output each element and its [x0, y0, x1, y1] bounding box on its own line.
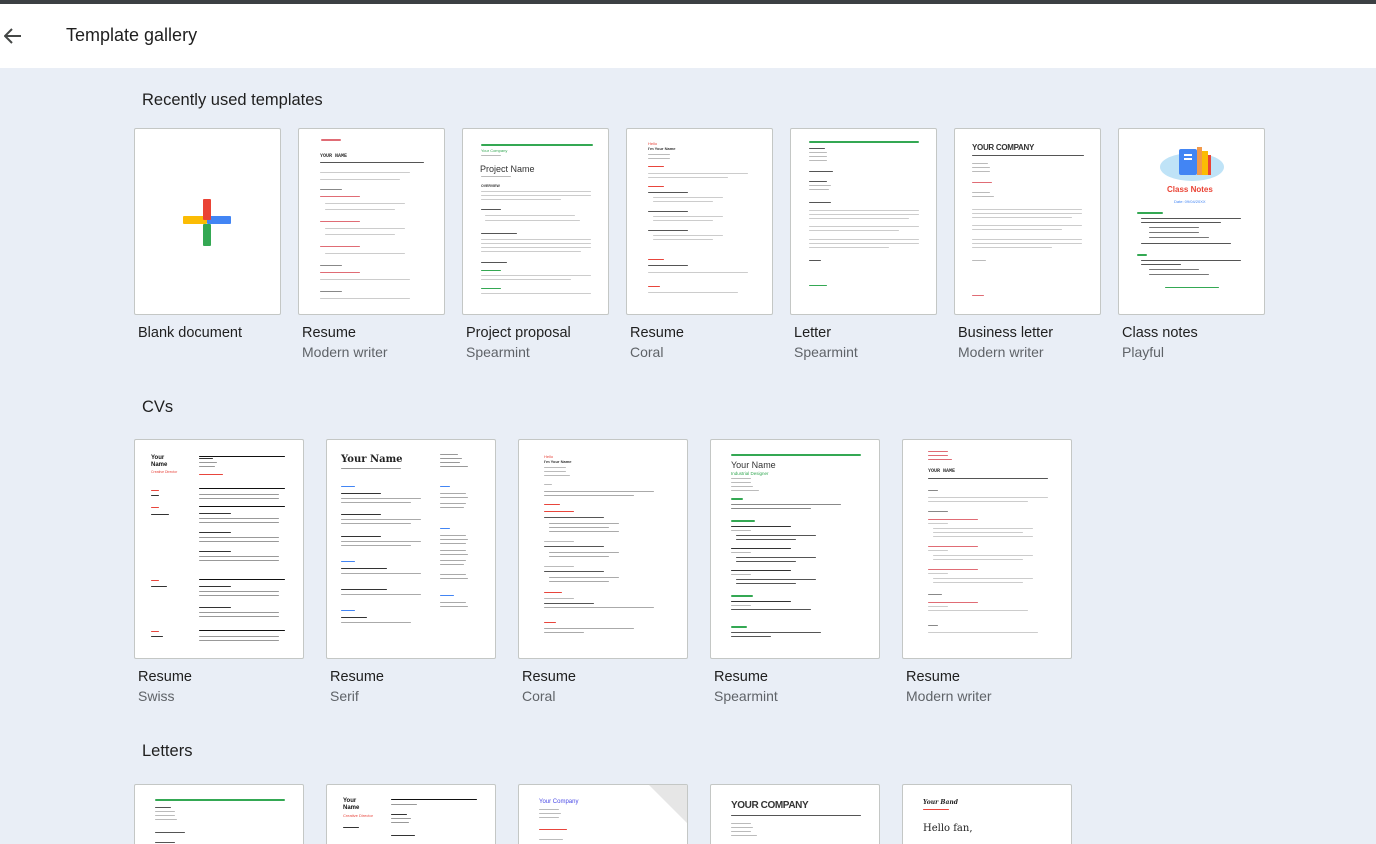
template-thumbnail: Your Company: [518, 784, 688, 844]
thumb-company: Your Company: [539, 799, 579, 805]
template-style: Coral: [522, 688, 556, 704]
template-card-resume-spearmint[interactable]: Your Name Industrial Designer Resume Spe…: [710, 439, 880, 705]
template-name: Resume: [302, 325, 356, 341]
template-name: Resume: [138, 669, 192, 685]
thumb-name: Your Name: [343, 798, 360, 811]
template-card-letter-2[interactable]: Your Name Creative Director: [326, 784, 496, 844]
template-name: Resume: [906, 669, 960, 685]
template-name: Business letter: [958, 325, 1054, 341]
template-thumbnail: Class Notes Date: 09/04/20XX: [1118, 128, 1265, 315]
template-style: Playful: [1122, 344, 1165, 360]
template-name: Resume: [522, 669, 576, 685]
template-thumbnail: [790, 128, 937, 315]
template-thumbnail: Hello I'm Your Name: [626, 128, 773, 315]
template-style: Modern writer: [906, 688, 992, 704]
thumb-name: YOUR NAME: [320, 153, 348, 159]
thumb-title: Project Name: [480, 164, 535, 174]
template-style: Swiss: [138, 688, 175, 704]
thumb-date: Date: 09/04/20XX: [1174, 199, 1206, 204]
template-card-letter-3[interactable]: Your Company: [518, 784, 688, 844]
template-thumbnail: Your Name: [326, 439, 496, 659]
template-thumbnail: YOUR COMPANY: [954, 128, 1101, 315]
section-title-recent: Recently used templates: [142, 91, 323, 109]
thumb-role: Industrial Designer: [731, 471, 769, 476]
template-style: Serif: [330, 688, 359, 704]
template-style: Spearmint: [794, 344, 858, 360]
template-thumbnail: Your Company Project Name OVERVIEW: [462, 128, 609, 315]
template-thumbnail: [134, 784, 304, 844]
template-name: Project proposal: [466, 325, 571, 341]
template-style: Modern writer: [302, 344, 388, 360]
template-thumbnail: [134, 128, 281, 315]
template-style: Coral: [630, 344, 664, 360]
template-thumbnail: Your Name Creative Director: [134, 439, 304, 659]
template-card-letter-1[interactable]: [134, 784, 304, 844]
template-card-resume-coral[interactable]: Hello I'm Your Name Resume Coral: [626, 128, 773, 360]
back-button[interactable]: [0, 16, 28, 56]
thumb-name: Your Name: [151, 455, 168, 468]
template-card-project-proposal[interactable]: Your Company Project Name OVERVIEW Proje…: [462, 128, 609, 360]
section-title-letters: Letters: [142, 742, 193, 760]
thumb-role: Creative Director: [343, 813, 374, 818]
template-thumbnail: Your Band Hello fan,: [902, 784, 1072, 844]
template-thumbnail: Your Name Industrial Designer: [710, 439, 880, 659]
thumb-role: Creative Director: [151, 470, 178, 474]
template-thumbnail: YOUR COMPANY: [710, 784, 880, 844]
thumb-name: Your Name: [731, 460, 776, 470]
template-name: Letter: [794, 325, 832, 341]
thumb-title: Class Notes: [1167, 185, 1213, 194]
template-style: Spearmint: [714, 688, 778, 704]
thumb-name: I'm Your Name: [648, 146, 676, 151]
template-card-resume-swiss[interactable]: Your Name Creative Director Resume Swiss: [134, 439, 304, 705]
template-thumbnail: YOUR NAME: [902, 439, 1072, 659]
template-name: Resume: [714, 669, 768, 685]
template-thumbnail: YOUR NAME: [298, 128, 445, 315]
books-illustration-icon: [1160, 147, 1224, 181]
template-card-business-letter[interactable]: YOUR COMPANY Business letter Modern writ…: [954, 128, 1101, 360]
page-title: Template gallery: [66, 25, 198, 45]
template-name: Class notes: [1122, 325, 1198, 341]
thumb-signature: Your Band: [923, 799, 958, 806]
template-name: Blank document: [138, 325, 242, 341]
template-card-letter-4[interactable]: YOUR COMPANY: [710, 784, 880, 844]
thumb-name: Your Name: [341, 454, 403, 465]
template-card-class-notes[interactable]: Class Notes Date: 09/04/20XX Class notes…: [1118, 128, 1265, 360]
template-thumbnail: Hello I'm Your Name: [518, 439, 688, 659]
arrow-back-icon: [4, 28, 21, 44]
thumb-name: YOUR NAME: [928, 468, 956, 474]
thumb-company: YOUR COMPANY: [731, 800, 809, 811]
thumb-greeting: Hello fan,: [923, 823, 973, 834]
thumb-name: I'm Your Name: [544, 459, 572, 464]
template-thumbnail: Your Name Creative Director: [326, 784, 496, 844]
template-card-resume-coral-cv[interactable]: Hello I'm Your Name Resume Coral: [518, 439, 688, 705]
template-card-resume-modern-writer-cv[interactable]: YOUR NAME Resume Modern writer: [902, 439, 1072, 705]
thumb-company: Your Company: [481, 148, 508, 153]
corner-decoration: [649, 785, 687, 825]
template-style: Modern writer: [958, 344, 1044, 360]
template-card-letter-5[interactable]: Your Band Hello fan,: [902, 784, 1072, 844]
thumb-company: YOUR COMPANY: [972, 143, 1035, 152]
template-card-letter-spearmint[interactable]: Letter Spearmint: [790, 128, 937, 360]
template-name: Resume: [330, 669, 384, 685]
header-bar: Template gallery: [0, 4, 1376, 68]
template-card-resume-modern-writer[interactable]: YOUR NAME Resume Modern writer: [298, 128, 445, 360]
template-style: Spearmint: [466, 344, 530, 360]
thumb-overview: OVERVIEW: [481, 184, 500, 188]
template-name: Resume: [630, 325, 684, 341]
section-title-cvs: CVs: [142, 398, 174, 416]
template-card-resume-serif[interactable]: Your Name Resume Serif: [326, 439, 496, 705]
template-card-blank-document[interactable]: Blank document: [134, 128, 281, 360]
